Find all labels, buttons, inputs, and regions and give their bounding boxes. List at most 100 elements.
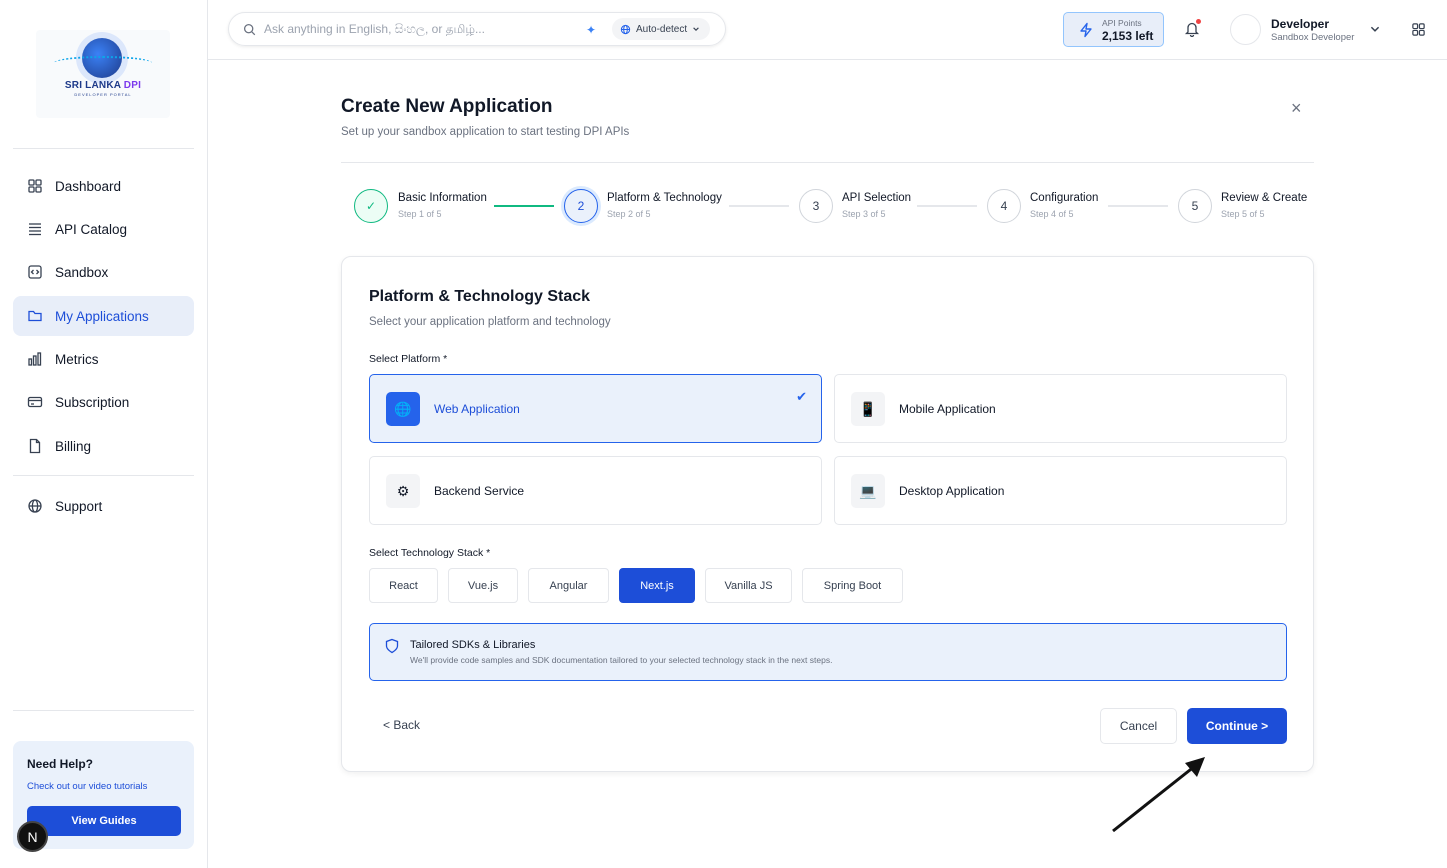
platform-option-label: Desktop Application bbox=[899, 484, 1005, 498]
platform-option-label: Backend Service bbox=[434, 484, 525, 498]
step-1-name: Basic Information bbox=[398, 192, 487, 204]
nextjs-dev-badge[interactable]: N bbox=[17, 821, 48, 852]
tech-option-spring-boot[interactable]: Spring Boot bbox=[802, 568, 903, 603]
chevron-down-icon[interactable] bbox=[1369, 23, 1381, 35]
checkmark-icon: ✔ bbox=[796, 389, 807, 404]
sparkle-icon[interactable]: ✦ bbox=[586, 23, 596, 37]
step-3-circle: 3 bbox=[799, 189, 833, 223]
chevron-down-icon bbox=[693, 27, 699, 31]
credit-card-icon bbox=[27, 396, 43, 408]
web-globe-icon: 🌐 bbox=[386, 392, 420, 426]
close-icon[interactable]: × bbox=[1291, 98, 1302, 119]
notification-dot bbox=[1196, 19, 1201, 24]
step-1-sub: Step 1 of 5 bbox=[398, 209, 442, 219]
tech-option-nextjs[interactable]: Next.js bbox=[619, 568, 695, 603]
search-input[interactable] bbox=[264, 22, 564, 36]
language-selector[interactable]: Auto-detect bbox=[612, 18, 711, 40]
view-guides-button[interactable]: View Guides bbox=[27, 806, 181, 836]
top-bar: ✦ Auto-detect API Points 2,153 left Deve… bbox=[208, 0, 1447, 60]
api-points-label: API Points bbox=[1102, 18, 1142, 28]
platform-option-label: Web Application bbox=[434, 402, 520, 416]
globe-icon bbox=[620, 24, 631, 34]
list-icon bbox=[29, 223, 41, 236]
app-root: SRI LANKA DPI DEVELOPER PORTAL Dashboard… bbox=[0, 0, 1447, 868]
sidebar-item-support[interactable]: Support bbox=[13, 486, 194, 526]
tech-stack-label: Select Technology Stack * bbox=[369, 547, 491, 559]
sidebar-item-my-applications[interactable]: My Applications bbox=[13, 296, 194, 336]
platform-option-desktop[interactable]: 💻 Desktop Application bbox=[834, 456, 1287, 525]
step-2-name: Platform & Technology bbox=[607, 192, 722, 204]
gear-icon: ⚙ bbox=[386, 474, 420, 508]
step-connector bbox=[917, 205, 977, 207]
form-subtitle: Select your application platform and tec… bbox=[369, 316, 611, 328]
sidebar-item-label: My Applications bbox=[55, 308, 149, 324]
page-title: Create New Application bbox=[341, 96, 553, 117]
user-name[interactable]: Developer bbox=[1271, 17, 1329, 31]
step-1-check-icon: ✓ bbox=[354, 189, 388, 223]
brand-subtitle: DEVELOPER PORTAL bbox=[74, 92, 132, 97]
sidebar-divider bbox=[13, 710, 194, 711]
tech-option-vanilla-js[interactable]: Vanilla JS bbox=[705, 568, 792, 603]
step-2-sub: Step 2 of 5 bbox=[607, 209, 651, 219]
step-4-circle: 4 bbox=[987, 189, 1021, 223]
step-3-sub: Step 3 of 5 bbox=[842, 209, 886, 219]
platform-option-web[interactable]: 🌐 Web Application ✔ bbox=[369, 374, 822, 443]
mobile-phone-icon: 📱 bbox=[851, 392, 885, 426]
help-subtitle: Check out our video tutorials bbox=[27, 781, 148, 792]
step-4-sub: Step 4 of 5 bbox=[1030, 209, 1074, 219]
grid-icon bbox=[28, 179, 42, 193]
step-4-name: Configuration bbox=[1030, 192, 1099, 204]
help-title: Need Help? bbox=[27, 757, 94, 771]
step-connector bbox=[494, 205, 554, 207]
sidebar-item-api-catalog[interactable]: API Catalog bbox=[13, 209, 194, 249]
tech-option-angular[interactable]: Angular bbox=[528, 568, 609, 603]
step-5-name: Review & Create bbox=[1221, 192, 1308, 204]
sidebar-item-sandbox[interactable]: Sandbox bbox=[13, 252, 194, 292]
page-subtitle: Set up your sandbox application to start… bbox=[341, 126, 630, 138]
continue-button[interactable]: Continue > bbox=[1187, 708, 1287, 744]
step-3-name: API Selection bbox=[842, 192, 912, 204]
step-5-circle: 5 bbox=[1178, 189, 1212, 223]
platform-option-mobile[interactable]: 📱 Mobile Application bbox=[834, 374, 1287, 443]
header-divider bbox=[341, 162, 1314, 163]
step-5-sub: Step 5 of 5 bbox=[1221, 209, 1265, 219]
code-box-icon bbox=[28, 265, 42, 279]
back-button[interactable]: < Back bbox=[383, 718, 420, 732]
sidebar-item-label: Sandbox bbox=[55, 264, 109, 280]
sidebar-item-dashboard[interactable]: Dashboard bbox=[13, 166, 194, 206]
search-icon bbox=[243, 23, 256, 35]
info-title: Tailored SDKs & Libraries bbox=[410, 639, 536, 651]
brand-logo[interactable]: SRI LANKA DPI DEVELOPER PORTAL bbox=[36, 30, 170, 118]
step-2-circle: 2 bbox=[564, 189, 598, 223]
step-connector bbox=[729, 205, 789, 207]
lightning-icon bbox=[1080, 22, 1092, 38]
folder-icon bbox=[28, 310, 42, 322]
notifications-button[interactable] bbox=[1184, 19, 1201, 42]
step-connector bbox=[1108, 205, 1168, 207]
cancel-button[interactable]: Cancel bbox=[1100, 708, 1177, 744]
laptop-icon: 💻 bbox=[851, 474, 885, 508]
sidebar-item-label: API Catalog bbox=[55, 221, 128, 237]
form-title: Platform & Technology Stack bbox=[369, 288, 591, 305]
sidebar-item-subscription[interactable]: Subscription bbox=[13, 382, 194, 422]
platform-option-label: Mobile Application bbox=[899, 402, 996, 416]
tech-option-vue[interactable]: Vue.js bbox=[448, 568, 518, 603]
api-points-badge[interactable]: API Points 2,153 left bbox=[1063, 12, 1164, 47]
search-bar[interactable]: ✦ Auto-detect bbox=[228, 12, 726, 46]
annotation-arrow-icon bbox=[1112, 757, 1205, 833]
sdk-info-banner: Tailored SDKs & Libraries We'll provide … bbox=[369, 623, 1287, 681]
apps-grid-icon[interactable] bbox=[1411, 22, 1426, 37]
language-label: Auto-detect bbox=[636, 23, 688, 35]
sidebar-item-label: Billing bbox=[55, 438, 92, 454]
wave-decoration bbox=[54, 56, 152, 70]
brand-wordmark: SRI LANKA DPI bbox=[64, 80, 142, 91]
tech-option-react[interactable]: React bbox=[369, 568, 438, 603]
sidebar-item-billing[interactable]: Billing bbox=[13, 426, 194, 466]
sidebar-item-metrics[interactable]: Metrics bbox=[13, 339, 194, 379]
api-points-value: 2,153 left bbox=[1102, 29, 1154, 43]
bar-chart-icon bbox=[28, 352, 42, 366]
platform-option-backend[interactable]: ⚙ Backend Service bbox=[369, 456, 822, 525]
shield-icon bbox=[385, 638, 399, 654]
avatar[interactable] bbox=[1230, 14, 1261, 45]
info-text: We'll provide code samples and SDK docum… bbox=[410, 655, 833, 665]
